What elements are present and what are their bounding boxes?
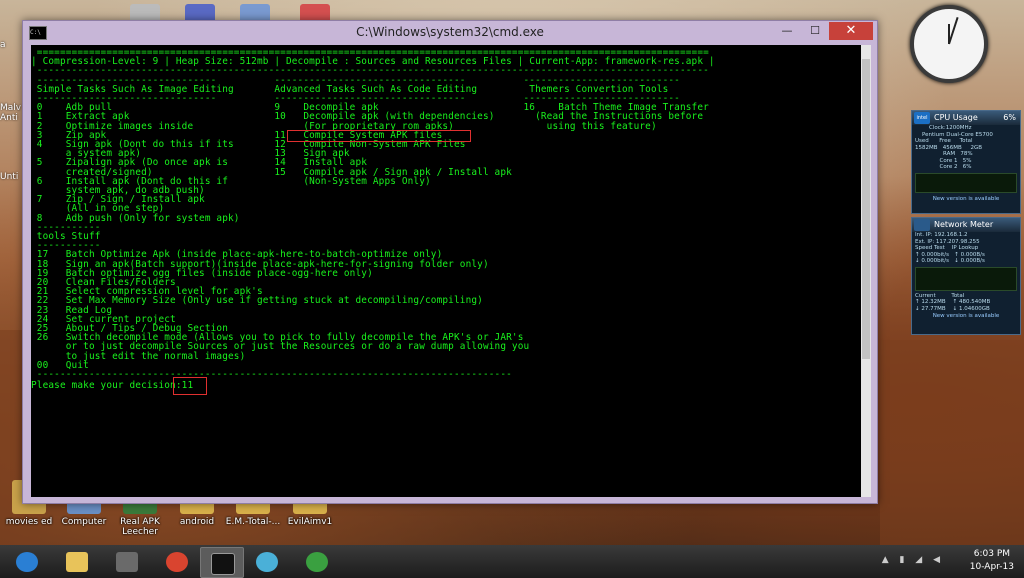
console-output[interactable]: ========================================… [31,45,861,497]
cpu-percent: 6% [1003,113,1016,122]
paint-icon [256,552,278,572]
folder-icon [66,552,88,572]
cpu-gadget-title: CPU Usage [934,113,978,122]
taskbar-paint-app[interactable] [246,547,288,576]
highlight-box-compile-system [287,129,471,142]
cmd-window[interactable]: C:\ C:\Windows\system32\cmd.exe — ☐ ✕ ==… [22,20,878,504]
cpu-graph [915,172,1017,193]
desktop-icon-label: E.M.-Total-... [225,517,281,527]
desktop-icon-label-partial[interactable]: Anti [0,113,18,123]
desktop-icon-label: Computer [61,517,107,527]
cpu-gadget-header: intel CPU Usage 6% [912,111,1020,125]
desktop-icon-label: android [179,517,215,527]
taskbar-chrome[interactable] [156,547,198,576]
network-gadget-title: Network Meter [934,220,994,229]
clock-gadget[interactable] [910,5,988,83]
taskbar-network-app[interactable] [296,547,338,576]
internet-explorer-icon [16,552,38,572]
taskbar-game-app[interactable] [106,547,148,576]
network-icon [306,552,328,572]
taskbar-internet-explorer[interactable] [6,547,48,576]
maximize-button[interactable]: ☐ [801,22,829,40]
network-update-link[interactable]: New version is available [912,312,1020,321]
cpu-usage-gadget[interactable]: intel CPU Usage 6% Clock:1200MHz Pentium… [911,110,1021,214]
system-tray-icons[interactable]: ▲ ▮ ◢ ◀ [882,555,944,565]
network-graph [915,266,1017,291]
desktop-wallpaper-ruin-right [880,340,1024,545]
desktop-icon-label-partial[interactable]: Malv [0,103,21,113]
taskbar-file-explorer[interactable] [56,547,98,576]
network-meter-gadget[interactable]: Network Meter Int. IP: 192.168.1.2 Ext. … [911,217,1021,335]
taskbar-command-prompt[interactable] [200,547,244,578]
network-stat: ↓ 0.000bit/s ↓ 0.000B/s [915,258,985,264]
window-title: C:\Windows\system32\cmd.exe [356,25,544,39]
taskbar-time: 6:03 PM [973,549,1011,559]
cpu-stat: Core 2 6% [915,164,972,170]
desktop-icon-label: Real APK Leecher [120,517,160,537]
cmd-icon [211,553,235,575]
highlight-box-decision-input [173,377,207,395]
cpu-update-link[interactable]: New version is available [912,195,1020,204]
console-line: Please make your decision:11 [31,380,194,391]
taskbar[interactable]: ▲ ▮ ◢ ◀ 6:03 PM 10-Apr-13 [0,545,1024,578]
game-icon [116,552,138,572]
scrollbar-thumb[interactable] [862,59,870,359]
desktop-icon-label-partial[interactable]: a [0,40,6,50]
wifi-icon [914,219,930,231]
intel-logo-icon: intel [914,112,930,124]
minimize-button[interactable]: — [773,22,801,40]
taskbar-date: 10-Apr-13 [969,562,1014,572]
network-gadget-header: Network Meter [912,218,1020,232]
desktop-icon-label: EvilAimv1 [287,517,333,527]
close-button[interactable]: ✕ [829,22,873,40]
desktop-icon-label: movies ed [5,517,53,527]
chrome-icon [166,552,188,572]
taskbar-clock[interactable]: 6:03 PM 10-Apr-13 [970,548,1014,574]
window-titlebar[interactable]: C:\ C:\Windows\system32\cmd.exe — ☐ ✕ [23,21,877,45]
console-line: ----------------------------------------… [31,369,512,380]
console-scrollbar[interactable] [861,45,871,497]
desktop-icon-label-partial[interactable]: Unti [0,172,18,182]
